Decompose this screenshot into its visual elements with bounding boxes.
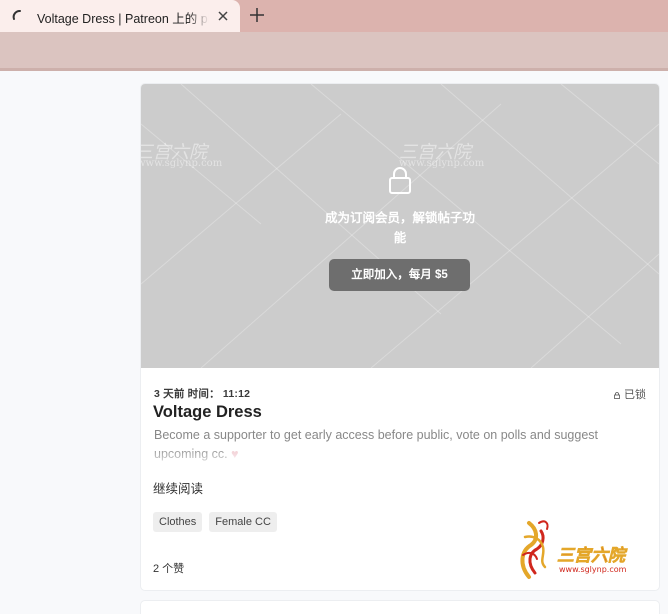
new-tab-icon[interactable] bbox=[249, 7, 265, 23]
post-teaser: Become a supporter to get early access b… bbox=[154, 426, 649, 464]
close-tab-icon[interactable] bbox=[216, 9, 230, 23]
tag-list: Clothes Female CC bbox=[153, 512, 277, 532]
post-meta: 3 天前 时间： 11:12 bbox=[154, 388, 251, 400]
locked-content-overlay: 三宫六院 www.sglynp.com 三宫六院 www.sglynp.com … bbox=[141, 84, 659, 368]
heart-emoji-icon: ♥ bbox=[231, 447, 239, 461]
post-card: 三宫六院 www.sglynp.com 三宫六院 www.sglynp.com … bbox=[141, 84, 659, 590]
read-more-link[interactable]: 继续阅读 bbox=[153, 478, 203, 497]
site-logo-watermark: 三宫六院 www.sglynp.com bbox=[520, 520, 628, 579]
small-lock-icon bbox=[614, 392, 620, 399]
logo-name: 三宫六院 bbox=[557, 546, 628, 566]
tab-title: Voltage Dress | Patreon 上的 plbo bbox=[37, 12, 209, 26]
post-title[interactable]: Voltage Dress bbox=[153, 403, 262, 422]
teaser-text: Become a supporter to get early access b… bbox=[154, 428, 599, 461]
lock-status-label: 已锁 bbox=[624, 389, 646, 401]
join-button[interactable]: 立即加入，每月 $5 bbox=[329, 259, 470, 291]
loading-spinner-icon bbox=[12, 10, 21, 20]
tab-strip: Voltage Dress | Patreon 上的 plbo bbox=[0, 0, 668, 32]
toolbar-divider bbox=[0, 68, 668, 71]
logo-url: www.sglynp.com bbox=[559, 565, 627, 574]
lock-icon bbox=[389, 167, 411, 194]
next-post-card bbox=[141, 601, 659, 614]
locked-message: 成为订阅会员，解锁帖子功能 bbox=[324, 211, 475, 245]
tag-female-cc[interactable]: Female CC bbox=[209, 512, 277, 532]
lock-status: 已锁 bbox=[614, 386, 646, 402]
active-tab[interactable]: Voltage Dress | Patreon 上的 plbo bbox=[0, 0, 240, 32]
like-count: 2 个赞 bbox=[153, 563, 185, 575]
watermark-url: www.sglynp.com bbox=[141, 158, 223, 169]
browser-toolbar bbox=[0, 32, 668, 68]
tag-clothes[interactable]: Clothes bbox=[153, 512, 203, 532]
